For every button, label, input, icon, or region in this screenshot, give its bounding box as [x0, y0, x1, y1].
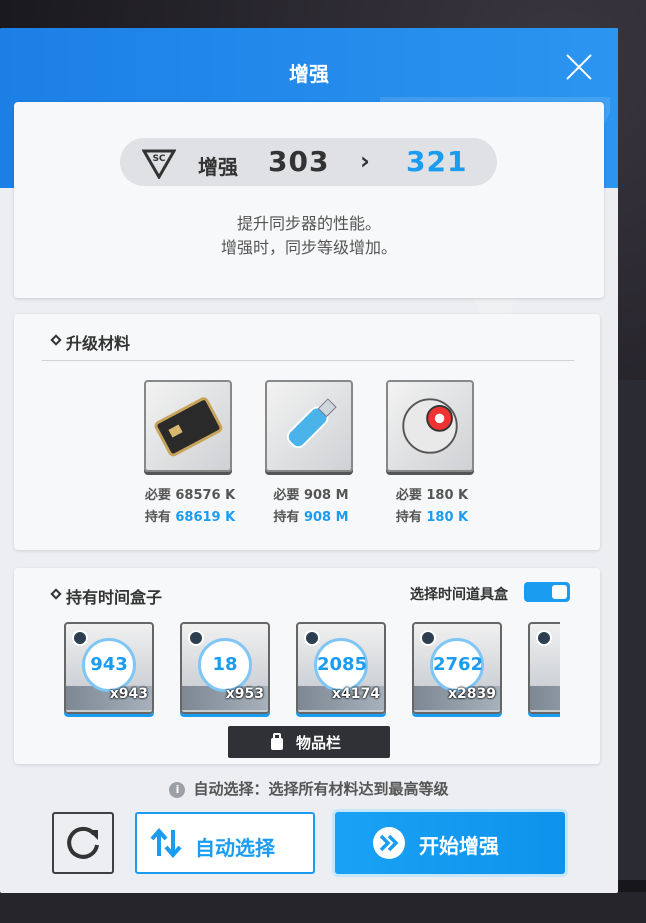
- material-required: 必要 908 M: [273, 488, 349, 503]
- box-value: 2762: [430, 638, 484, 692]
- level-label: 增强: [198, 155, 238, 179]
- hint-text: 自动选择：选择所有材料达到最高等级: [193, 780, 449, 798]
- material-required: 必要 68576 K: [144, 488, 236, 503]
- material-item[interactable]: 必要 180 K 持有 180 K: [372, 380, 492, 530]
- refresh-icon: [67, 826, 99, 859]
- materials-section: 升级材料 必要 68576 K 持有 68619 K 必要 908 M 持有 9…: [14, 314, 600, 550]
- usb-drive-icon: [265, 380, 353, 472]
- target-level: 321: [406, 145, 468, 178]
- current-level: 303: [268, 145, 330, 178]
- info-icon: i: [169, 782, 186, 798]
- time-box-item[interactable]: 18 x953: [180, 622, 270, 714]
- clock-icon: [536, 630, 552, 646]
- svg-text:SC: SC: [152, 154, 165, 164]
- auto-select-hint: i 自动选择：选择所有材料达到最高等级: [0, 778, 618, 799]
- box-stripe: [530, 686, 560, 710]
- reset-button[interactable]: [52, 812, 114, 874]
- enhance-description: 提升同步器的性能。 增强时，同步等级增加。: [14, 212, 604, 260]
- box-count: x953: [225, 686, 264, 702]
- auto-select-label: 自动选择: [195, 836, 275, 860]
- material-item[interactable]: 必要 908 M 持有 908 M: [251, 380, 371, 530]
- credit-card-icon: [144, 380, 232, 472]
- dialog-title: 增强: [289, 62, 329, 86]
- level-arrow-icon: ›: [360, 147, 370, 175]
- box-count: x2839: [448, 686, 496, 702]
- time-box-toggle[interactable]: [524, 582, 570, 602]
- time-box-item[interactable]: [528, 622, 560, 714]
- time-box-section: 持有时间盒子 选择时间道具盒 943 x943 18 x953 2085 x41…: [14, 568, 600, 764]
- description-line-2: 增强时，同步等级增加。: [220, 238, 397, 257]
- start-enhance-button[interactable]: 开始增强: [335, 812, 565, 874]
- time-box-item[interactable]: 2085 x4174: [296, 622, 386, 714]
- box-value: 2085: [314, 638, 368, 692]
- sc-logo-icon: SC: [142, 149, 176, 179]
- enhance-dialog: 增强 SC SC 增强 303 › 321 提升同步器的性能。 增强时，同步等级…: [0, 28, 618, 893]
- box-count: x4174: [332, 686, 380, 702]
- box-count: x943: [109, 686, 148, 702]
- section-diamond-icon: [50, 334, 62, 346]
- material-required: 必要 180 K: [395, 488, 469, 503]
- level-pill: SC 增强 303 › 321: [120, 138, 497, 186]
- divider: [42, 360, 574, 361]
- box-value: 18: [198, 638, 252, 692]
- core-orb-icon: [386, 380, 474, 472]
- inventory-button[interactable]: 物品栏: [228, 726, 390, 758]
- clock-icon: [420, 630, 436, 646]
- description-line-1: 提升同步器的性能。: [236, 214, 381, 233]
- toggle-knob: [552, 585, 567, 599]
- material-item[interactable]: 必要 68576 K 持有 68619 K: [130, 380, 250, 530]
- inventory-label: 物品栏: [296, 734, 342, 752]
- auto-select-button[interactable]: 自动选择: [135, 812, 315, 874]
- time-box-item[interactable]: 943 x943: [64, 622, 154, 714]
- clock-icon: [188, 630, 204, 646]
- close-button[interactable]: [560, 48, 598, 86]
- time-box-list[interactable]: 943 x943 18 x953 2085 x4174 2762 x2839: [64, 620, 560, 720]
- level-info-card: SC 增强 303 › 321 提升同步器的性能。 增强时，同步等级增加。: [14, 102, 604, 298]
- material-owned: 持有 68619 K: [144, 510, 236, 525]
- fast-forward-icon: [373, 827, 405, 859]
- material-owned: 持有 908 M: [273, 510, 349, 525]
- box-value: 943: [82, 638, 136, 692]
- section-diamond-icon: [50, 588, 62, 600]
- clock-icon: [72, 630, 88, 646]
- time-box-title: 持有时间盒子: [66, 588, 163, 607]
- material-owned: 持有 180 K: [395, 510, 469, 525]
- materials-title: 升级材料: [66, 334, 131, 353]
- background-bottom-bar: [0, 892, 646, 923]
- swap-arrows-icon: [150, 827, 182, 859]
- backpack-icon: [271, 733, 283, 750]
- start-enhance-label: 开始增强: [419, 834, 499, 858]
- time-box-item[interactable]: 2762 x2839: [412, 622, 502, 714]
- toggle-label: 选择时间道具盒: [410, 587, 508, 603]
- clock-icon: [304, 630, 320, 646]
